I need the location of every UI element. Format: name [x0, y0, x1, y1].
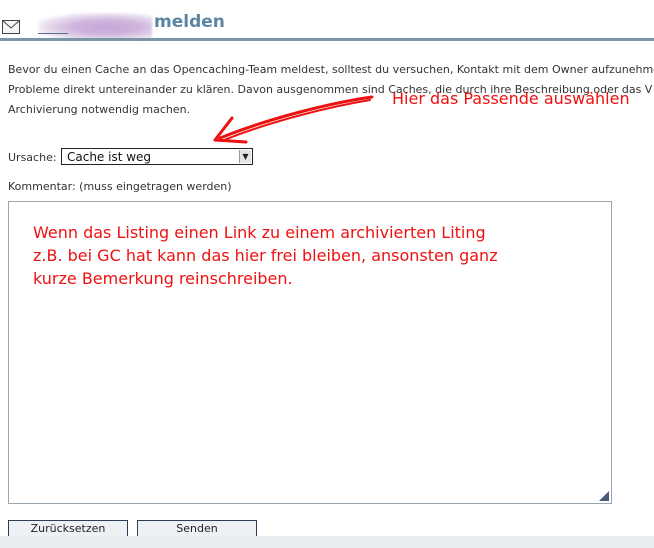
chevron-down-icon[interactable]: ▼	[239, 150, 251, 163]
resize-grip-icon[interactable]	[599, 491, 609, 501]
comment-textarea[interactable]: Wenn das Listing einen Link zu einem arc…	[8, 201, 612, 504]
page-header: melden	[0, 0, 654, 42]
annotation-comment-line: Wenn das Listing einen Link zu einem arc…	[33, 223, 486, 242]
annotation-comment-line: z.B. bei GC hat kann das hier frei bleib…	[33, 246, 498, 265]
intro-line: Bevor du einen Cache an das Opencaching-…	[8, 63, 654, 76]
annotation-comment-hint: Wenn das Listing einen Link zu einem arc…	[33, 221, 593, 290]
envelope-icon	[2, 20, 20, 34]
redacted-title-blur	[38, 13, 152, 39]
bottom-bar	[0, 536, 654, 548]
comment-label: Kommentar: (muss eingetragen werden)	[8, 180, 232, 193]
page-title: melden	[154, 12, 225, 32]
annotation-comment-line: kurze Bemerkung reinschreiben.	[33, 269, 293, 288]
reason-selected-value: Cache ist weg	[67, 150, 152, 164]
annotation-select-hint: Hier das Passende auswählen	[392, 89, 630, 108]
reason-select[interactable]: Cache ist weg ▼	[61, 148, 253, 165]
header-divider	[0, 38, 654, 41]
title-link-underline	[38, 33, 68, 34]
reason-label: Ursache:	[8, 151, 57, 164]
